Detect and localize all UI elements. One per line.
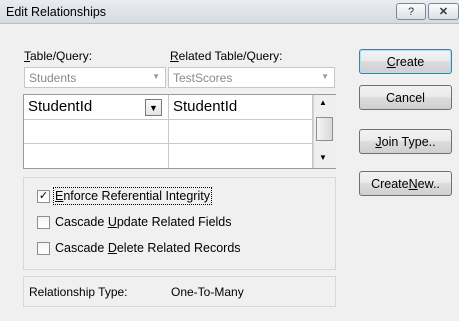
cascade-delete-checkbox[interactable] [37,241,50,255]
cancel-button[interactable]: Cancel [359,85,452,110]
chevron-down-icon: ▼ [152,72,160,81]
create-new-button[interactable]: Create New.. [359,171,452,196]
close-icon: ✕ [438,6,449,18]
cascade-update-label: Cascade Update Related Fields [55,215,232,229]
related-table-query-label: Related Table/Query: [170,49,283,63]
related-table-query-value: TestScores [173,71,233,85]
scroll-thumb[interactable] [316,117,333,141]
grid-cell-right[interactable] [169,144,313,168]
options-group: ✓ Enforce Referential Integrity Cascade … [23,177,336,270]
grid-cell-right[interactable] [169,120,313,144]
table-query-label: Table/Query: [24,49,93,63]
relationship-type-label: Relationship Type: [29,285,128,299]
grid-scrollbar[interactable]: ▲ ▼ [313,95,336,168]
related-table-query-combo[interactable]: TestScores ▼ [168,67,335,88]
chevron-down-icon[interactable]: ▼ [145,99,162,116]
enforce-integrity-option[interactable]: ✓ Enforce Referential Integrity [37,187,212,205]
create-button[interactable]: Create [359,49,452,74]
window-title: Edit Relationships [6,5,107,19]
relationship-type-value: One-To-Many [171,285,244,299]
scroll-down-icon[interactable]: ▼ [319,153,327,162]
chevron-down-icon: ▼ [321,72,329,81]
help-icon: ? [407,5,415,18]
checkmark-icon: ✓ [38,189,49,202]
cascade-update-option[interactable]: Cascade Update Related Fields [37,215,232,229]
scroll-up-icon[interactable]: ▲ [319,98,327,107]
grid-cell-left[interactable] [24,120,169,144]
title-bar: Edit Relationships ? ✕ [0,0,459,24]
cascade-update-checkbox[interactable] [37,215,50,229]
table-query-value: Students [29,71,77,85]
grid-cell-right[interactable]: StudentId [169,95,313,120]
close-button[interactable]: ✕ [428,3,459,20]
cascade-delete-option[interactable]: Cascade Delete Related Records [37,241,241,255]
help-button[interactable]: ? [396,3,426,20]
join-type-button[interactable]: Join Type.. [359,129,452,154]
relationship-type-box: Relationship Type: One-To-Many [23,276,336,307]
grid-cell-left[interactable]: StudentId ▼ [24,95,169,120]
enforce-integrity-checkbox[interactable]: ✓ [37,189,50,203]
field-mapping-grid: StudentId ▼ StudentId ▲ ▼ [23,94,336,169]
grid-cell-left[interactable] [24,144,169,168]
enforce-integrity-label: Enforce Referential Integrity [53,187,212,205]
table-query-combo[interactable]: Students ▼ [24,67,166,88]
cascade-delete-label: Cascade Delete Related Records [55,241,241,255]
